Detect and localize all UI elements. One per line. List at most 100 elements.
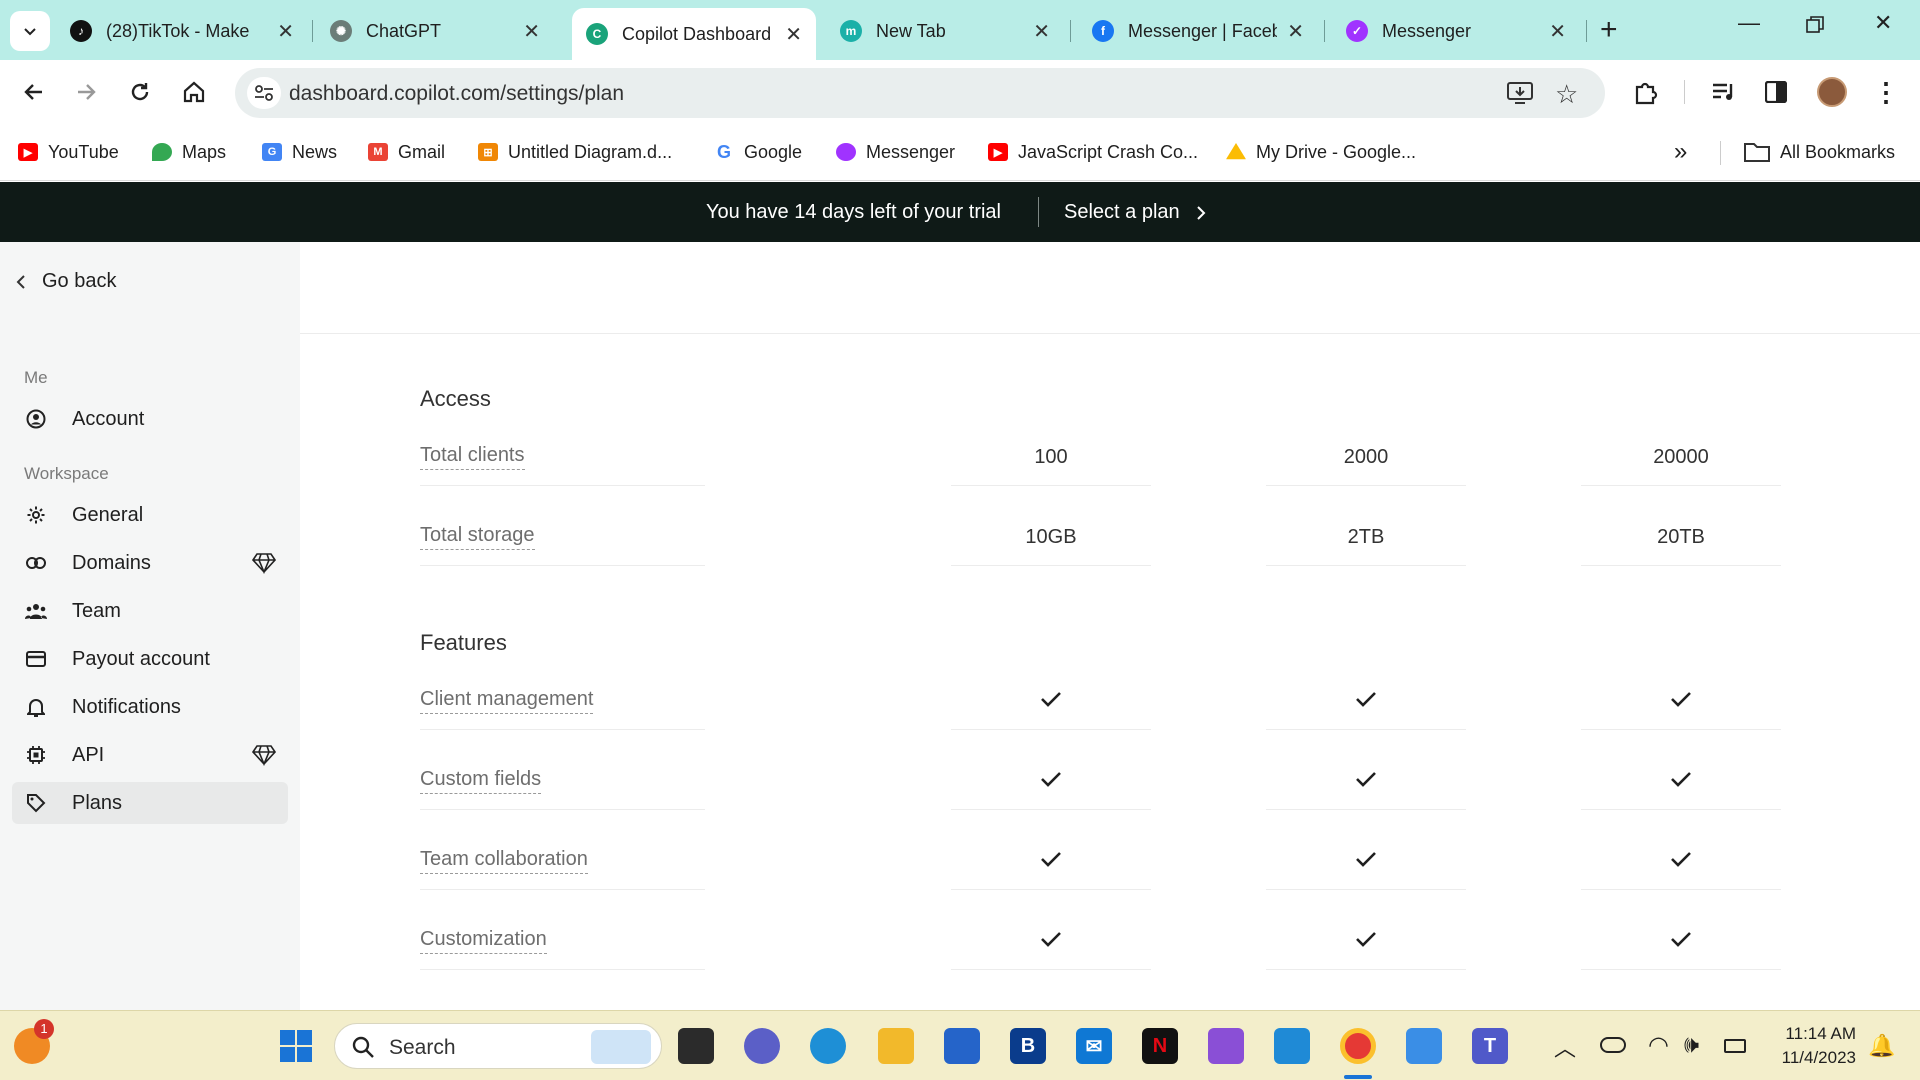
chat-icon[interactable] [744,1028,780,1064]
tag-icon [24,791,48,815]
onedrive-icon[interactable] [1600,1037,1626,1053]
bookmark-drawio[interactable]: ⊞ Untitled Diagram.d... [478,140,672,164]
sidebar-item-account[interactable]: Account [12,398,288,440]
plan-3-team-collaboration-check-icon [1581,850,1781,868]
bookmark-messenger[interactable]: Messenger [836,140,955,164]
task-view-icon[interactable] [678,1028,714,1064]
youtube-icon: ▶ [18,143,38,161]
bookmark-gmail[interactable]: M Gmail [368,140,445,164]
row-divider [1266,565,1466,566]
tab-title: Messenger [1382,20,1472,41]
plan-3-client-management-check-icon [1581,690,1781,708]
side-panel-icon [1765,81,1787,103]
tab-copilot-dashboard[interactable]: C Copilot Dashboard ✕ [572,8,816,60]
notepad-icon[interactable] [1406,1028,1442,1064]
battery-icon[interactable] [1724,1039,1746,1053]
settings-sidebar: Go back Me Account Workspace General Dom… [0,242,300,1010]
netflix-icon[interactable]: N [1142,1028,1178,1064]
trial-message: You have 14 days left of your trial [706,201,1001,223]
sidebar-item-domains[interactable]: Domains [12,542,288,584]
tab-messenger-facebook[interactable]: f Messenger | Faceb ✕ [1078,10,1318,52]
speaker-icon[interactable]: 🕪 [1684,1031,1699,1059]
close-icon[interactable]: ✕ [1287,19,1304,44]
feature-label-client-management[interactable]: Client management [420,688,594,714]
mail-icon[interactable]: ✉ [1076,1028,1112,1064]
select-plan-link[interactable]: Select a plan [1064,201,1208,224]
wifi-icon[interactable]: ◠ [1648,1031,1669,1060]
new-tab-button[interactable]: + [1600,12,1618,48]
windows-start-icon[interactable] [278,1028,314,1064]
tab-search-button[interactable] [10,11,50,51]
side-panel-button[interactable] [1758,74,1794,110]
feature-label-customization[interactable]: Customization [420,928,547,954]
sidebar-item-api[interactable]: API [12,734,288,776]
arrow-right-icon [78,84,96,100]
sidebar-item-team[interactable]: Team [12,590,288,632]
chrome-icon[interactable] [1340,1028,1376,1064]
tab-chatgpt[interactable]: ✺ ChatGPT ✕ [316,10,554,52]
home-button[interactable] [176,74,212,110]
facebook-icon: f [1092,20,1114,42]
edge-icon[interactable] [810,1028,846,1064]
tab-new-tab[interactable]: m New Tab ✕ [826,10,1064,52]
sidebar-item-payout-account[interactable]: Payout account [12,638,288,680]
sidebar-item-plans[interactable]: Plans [12,782,288,824]
back-button[interactable] [16,74,52,110]
taskbar-search[interactable]: Search [334,1023,662,1069]
more-bookmarks-icon[interactable]: » [1674,138,1687,165]
close-icon[interactable]: ✕ [785,22,802,47]
minimize-icon[interactable]: — [1738,10,1760,36]
bookmark-news[interactable]: G News [262,140,337,164]
visual-studio-icon[interactable] [1208,1028,1244,1064]
restore-icon[interactable] [1806,14,1824,40]
reload-button[interactable] [122,74,158,110]
puzzle-icon [1635,82,1658,105]
tab-separator [1586,20,1587,42]
feature-label-team-collaboration[interactable]: Team collaboration [420,848,588,874]
extensions-button[interactable] [1628,74,1664,110]
tab-messenger[interactable]: ✓ Messenger ✕ [1332,10,1580,52]
feature-label-total-clients[interactable]: Total clients [420,444,525,470]
go-back-link[interactable]: Go back [14,270,116,293]
bookmark-my-drive[interactable]: My Drive - Google... [1226,140,1416,164]
address-bar[interactable]: dashboard.copilot.com/settings/plan ☆ [235,68,1605,118]
profile-avatar[interactable] [1814,74,1850,110]
feature-label-custom-fields[interactable]: Custom fields [420,768,542,794]
bookmark-javascript-crash-course[interactable]: ▶ JavaScript Crash Co... [988,140,1198,164]
row-divider [1266,889,1466,890]
youtube-icon: ▶ [988,143,1008,161]
bookmark-youtube[interactable]: ▶ YouTube [18,140,119,164]
copilot-icon: C [586,23,608,45]
window-close-icon[interactable]: ✕ [1874,10,1892,36]
bookmark-star-icon[interactable]: ☆ [1555,79,1578,110]
bookmark-google[interactable]: G Google [714,140,802,164]
sidebar-item-label: General [72,503,144,526]
close-icon[interactable]: ✕ [277,19,294,44]
forward-button[interactable] [68,74,104,110]
booking-icon[interactable]: B [1010,1028,1046,1064]
plan-3-total-storage: 20TB [1657,526,1705,548]
sidebar-item-general[interactable]: General [12,494,288,536]
drive-icon [1226,143,1246,160]
notification-bell-icon[interactable]: 🔔 [1868,1033,1895,1059]
media-control-button[interactable] [1706,74,1742,110]
tab-tiktok[interactable]: ♪ (28)TikTok - Make ✕ [56,10,308,52]
chevron-up-icon[interactable]: ︿ [1554,1031,1576,1063]
file-explorer-icon[interactable] [878,1028,914,1064]
close-icon[interactable]: ✕ [1033,19,1050,44]
row-divider [420,729,705,730]
close-icon[interactable]: ✕ [1549,19,1566,44]
vscode-icon[interactable] [1274,1028,1310,1064]
feature-label-total-storage[interactable]: Total storage [420,524,535,550]
site-settings-icon[interactable] [247,77,281,109]
browser-menu-icon[interactable]: ⋮ [1868,74,1904,110]
close-icon[interactable]: ✕ [523,19,540,44]
all-bookmarks-button[interactable]: All Bookmarks [1744,140,1895,164]
install-app-icon[interactable] [1507,81,1533,110]
system-clock[interactable]: 11:14 AM 11/4/2023 [1760,1022,1856,1070]
bookmark-maps[interactable]: Maps [152,140,226,164]
microsoft-store-icon[interactable] [944,1028,980,1064]
teams-icon[interactable]: T [1472,1028,1508,1064]
row-divider [951,889,1151,890]
sidebar-item-notifications[interactable]: Notifications [12,686,288,728]
